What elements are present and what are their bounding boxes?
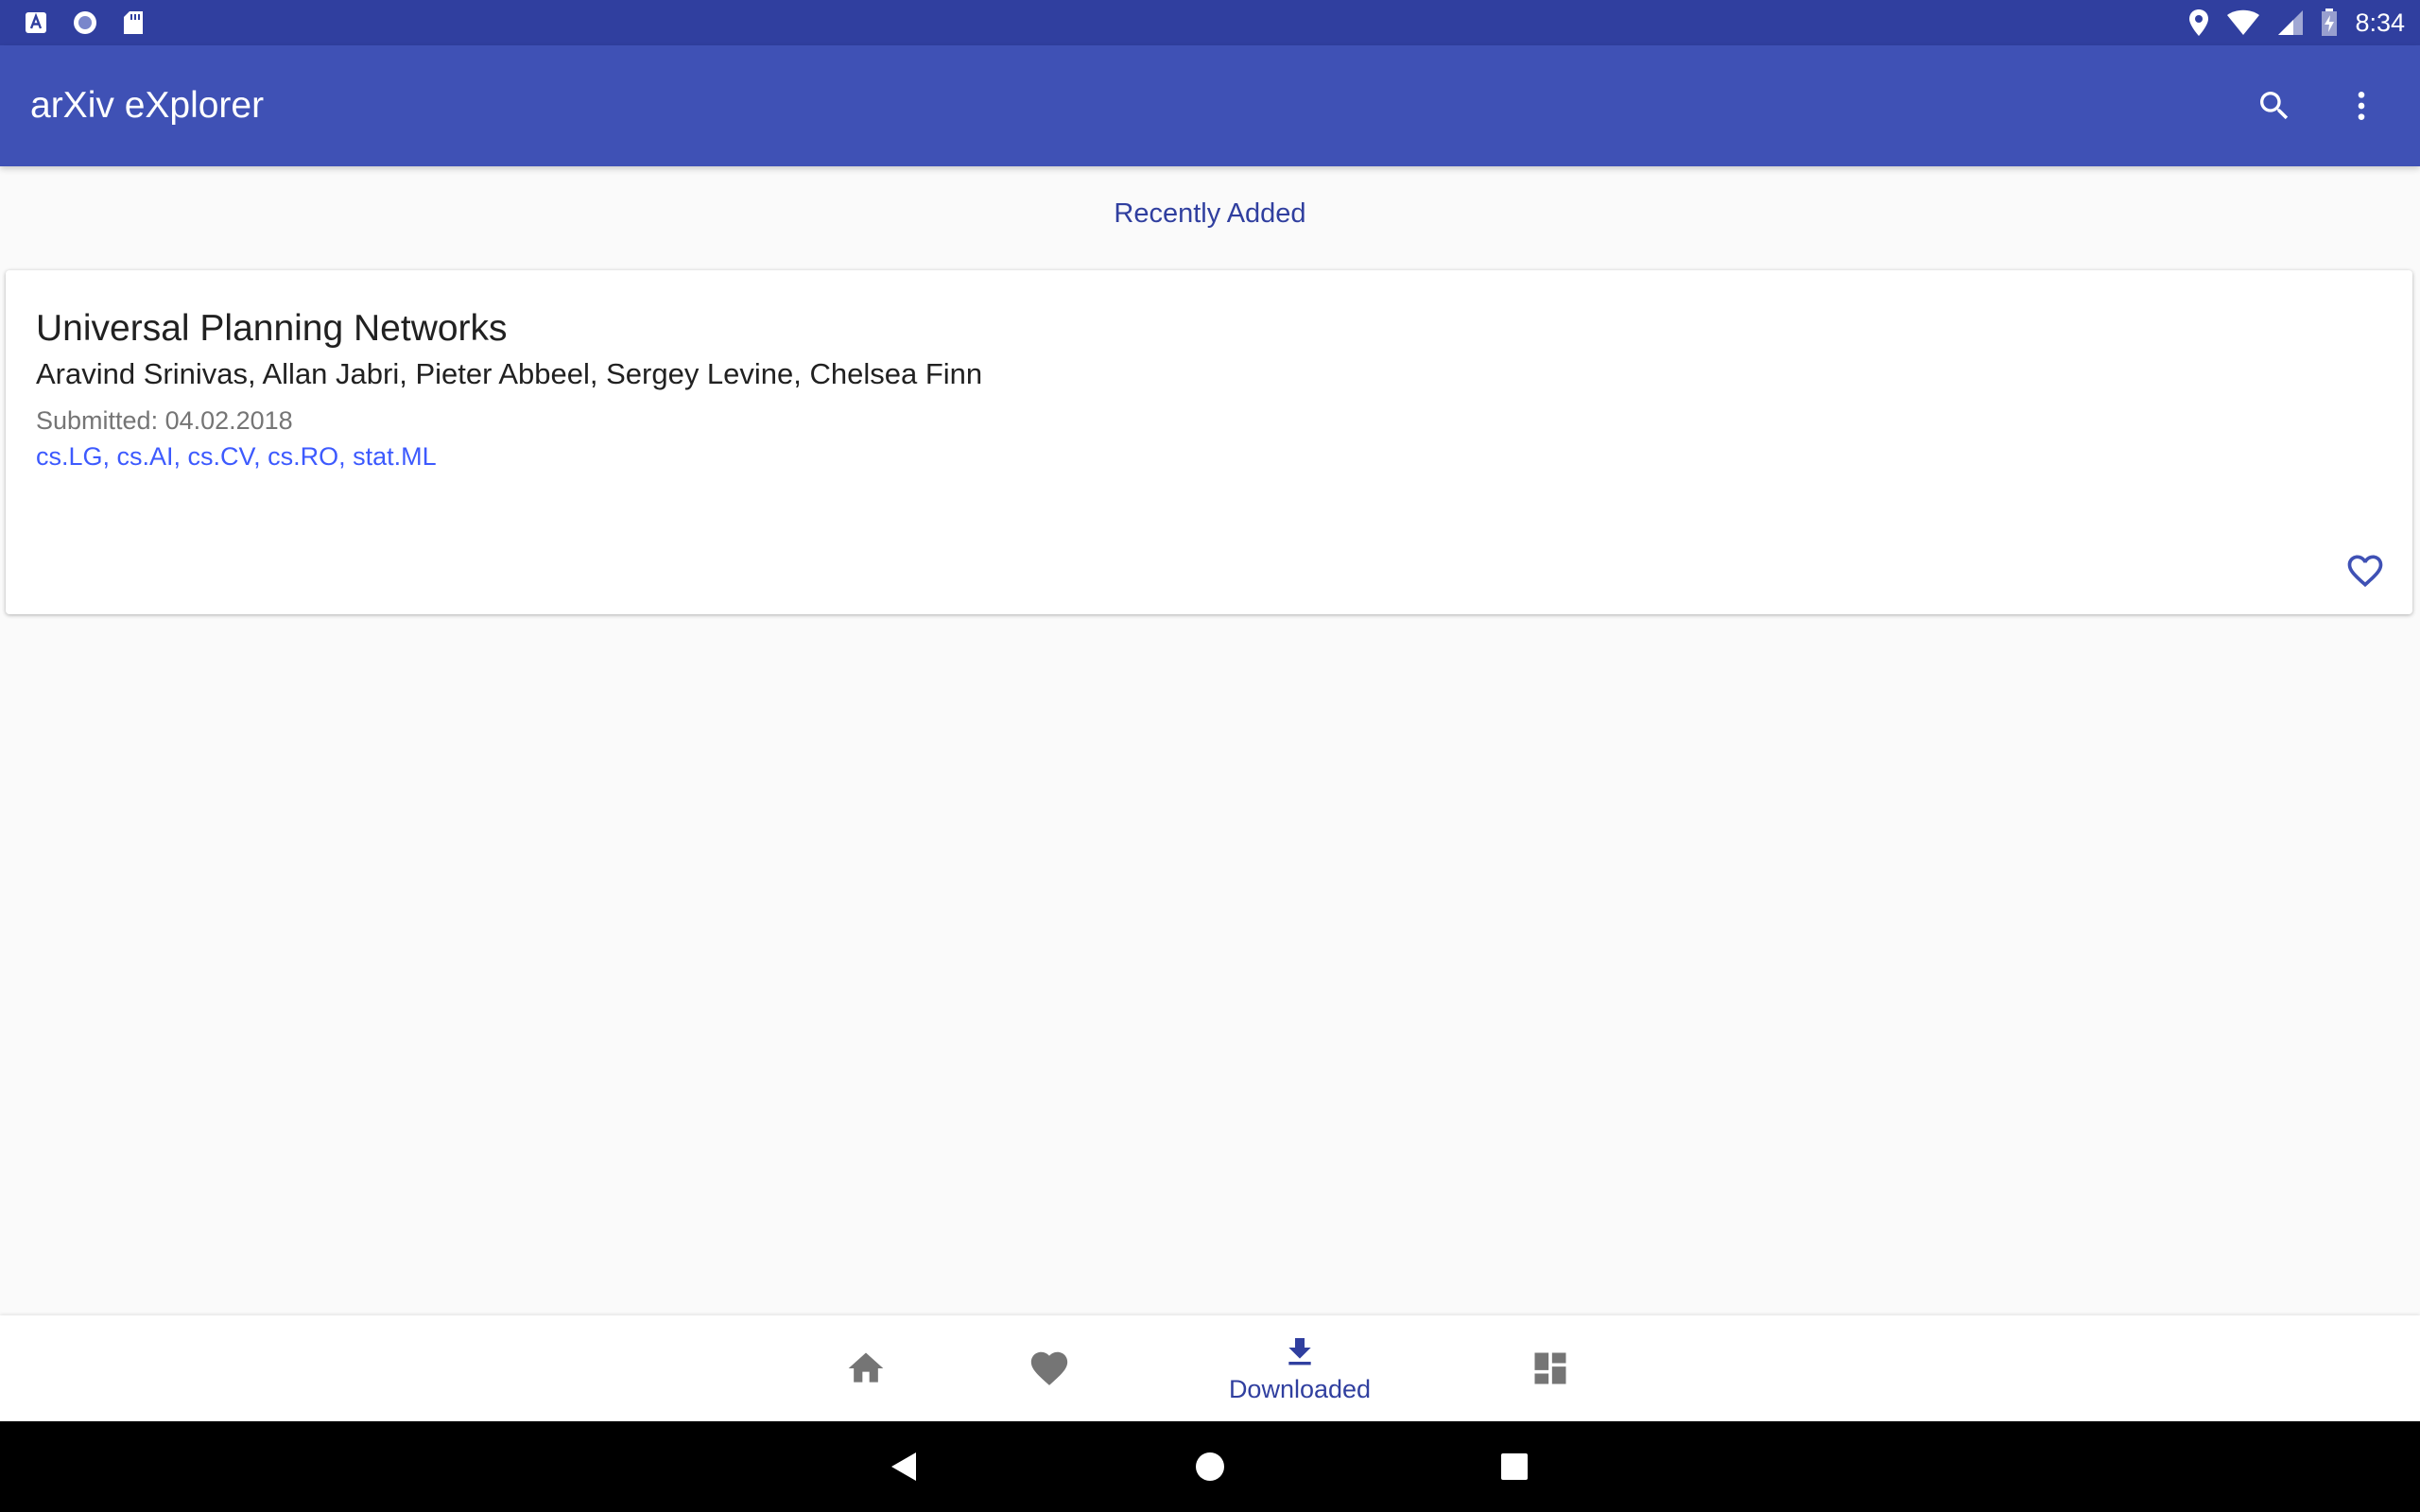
nav-item-dashboard[interactable] xyxy=(1497,1315,1603,1421)
heart-outline-icon xyxy=(2347,555,2383,588)
recents-button[interactable] xyxy=(1484,1436,1545,1497)
recents-icon xyxy=(1501,1453,1528,1480)
overflow-menu-button[interactable] xyxy=(2327,72,2395,140)
nav-item-label: Downloaded xyxy=(1228,1374,1372,1403)
paper-title: Universal Planning Networks xyxy=(36,308,508,349)
sd-card-icon xyxy=(124,11,143,34)
system-navigation-bar xyxy=(0,1421,2420,1512)
home-icon xyxy=(848,1352,884,1383)
section-title: Recently Added xyxy=(1114,198,1306,229)
bottom-navigation: Downloaded xyxy=(0,1315,2420,1421)
status-bar: 8:34 xyxy=(0,0,2420,45)
search-button[interactable] xyxy=(2240,72,2308,140)
heart-icon xyxy=(1030,1351,1068,1385)
more-vert-icon xyxy=(2358,92,2365,120)
battery-charging-icon xyxy=(2322,9,2338,36)
back-icon xyxy=(891,1452,916,1481)
search-icon xyxy=(2260,92,2289,120)
paper-submitted-date: Submitted: 04.02.2018 xyxy=(36,406,293,435)
text-a-icon xyxy=(26,12,46,33)
paper-authors: Aravind Srinivas, Allan Jabri, Pieter Ab… xyxy=(36,357,983,390)
app-title: arXiv eXplorer xyxy=(30,85,265,126)
favorite-button[interactable] xyxy=(2331,537,2399,605)
nav-item-favorites[interactable] xyxy=(996,1315,1102,1421)
home-button[interactable] xyxy=(1180,1436,1240,1497)
status-bar-notifications xyxy=(25,9,144,36)
app-bar: arXiv eXplorer xyxy=(0,45,2420,166)
clock: 8:34 xyxy=(2355,8,2405,37)
home-circle-icon xyxy=(1196,1452,1224,1481)
nav-item-downloaded[interactable]: Downloaded xyxy=(1191,1315,1409,1421)
back-button[interactable] xyxy=(873,1436,934,1497)
nav-item-home[interactable] xyxy=(813,1315,919,1421)
paper-card[interactable]: Universal Planning Networks Aravind Srin… xyxy=(6,270,2412,614)
paper-categories[interactable]: cs.LG, cs.AI, cs.CV, cs.RO, stat.ML xyxy=(36,442,437,472)
wifi-icon xyxy=(2227,9,2260,35)
signal-icon xyxy=(2278,10,2304,35)
location-icon xyxy=(2189,9,2209,36)
status-bar-system: 8:34 xyxy=(2188,6,2405,40)
dashboard-icon xyxy=(1534,1352,1566,1384)
circle-app-icon xyxy=(74,11,96,34)
download-icon xyxy=(1288,1337,1311,1365)
